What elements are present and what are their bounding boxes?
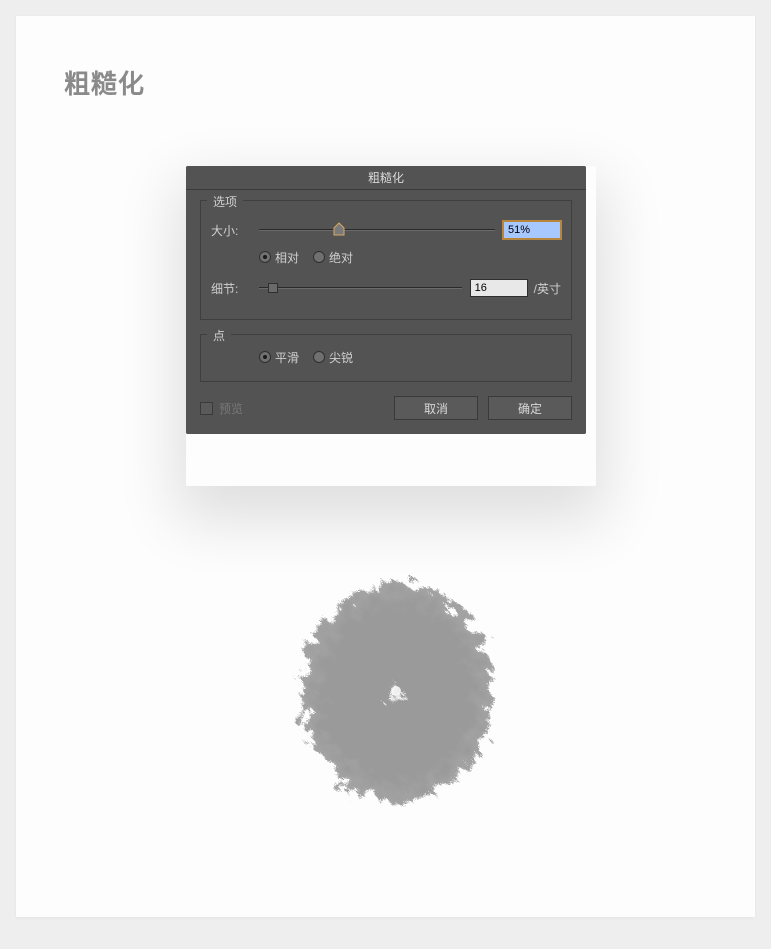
radio-corner[interactable]: 尖锐 (313, 349, 353, 366)
size-slider[interactable] (259, 229, 495, 231)
size-input[interactable] (503, 221, 561, 239)
radio-dot-icon (259, 251, 271, 263)
radio-corner-label: 尖锐 (329, 349, 353, 366)
checkbox-icon (200, 402, 213, 415)
page-title: 粗糙化 (64, 64, 145, 101)
points-radios: 平滑 尖锐 (259, 347, 561, 367)
radio-absolute-label: 绝对 (329, 249, 353, 266)
points-group: 点 平滑 尖锐 (200, 334, 572, 382)
roughen-dialog: 粗糙化 选项 大小: (186, 166, 586, 434)
detail-input[interactable] (470, 279, 528, 297)
options-group: 选项 大小: (200, 200, 572, 320)
radio-absolute[interactable]: 绝对 (313, 249, 353, 266)
radio-dot-icon (313, 251, 325, 263)
detail-slider-thumb[interactable] (268, 283, 278, 293)
radio-dot-icon (313, 351, 325, 363)
radio-relative-label: 相对 (275, 249, 299, 266)
options-group-label: 选项 (207, 193, 243, 210)
dialog-title: 粗糙化 (368, 169, 404, 186)
size-slider-thumb[interactable] (333, 222, 345, 236)
preview-label: 预览 (219, 400, 243, 417)
preview-toggle[interactable]: 预览 (200, 400, 243, 417)
radio-relative[interactable]: 相对 (259, 249, 299, 266)
ok-button[interactable]: 确定 (488, 396, 572, 420)
dialog-titlebar: 粗糙化 (186, 166, 586, 190)
radio-smooth[interactable]: 平滑 (259, 349, 299, 366)
detail-row: 细节: /英寸 (211, 277, 561, 299)
detail-unit: /英寸 (534, 280, 561, 297)
size-row: 大小: (211, 219, 561, 241)
size-label: 大小: (211, 222, 255, 239)
size-mode-radios: 相对 绝对 (259, 247, 561, 267)
effect-preview-image (276, 556, 516, 826)
detail-label: 细节: (211, 280, 255, 297)
points-group-label: 点 (207, 327, 231, 344)
cancel-button[interactable]: 取消 (394, 396, 478, 420)
dialog-footer: 预览 取消 确定 (200, 396, 572, 420)
radio-smooth-label: 平滑 (275, 349, 299, 366)
detail-slider[interactable] (259, 287, 462, 289)
radio-dot-icon (259, 351, 271, 363)
